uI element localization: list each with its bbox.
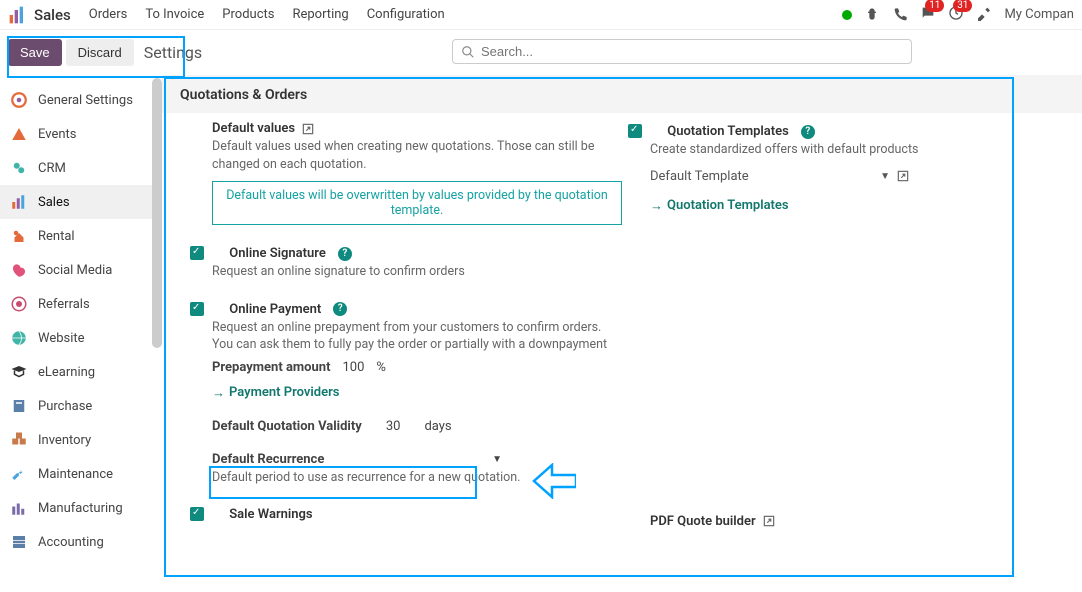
menu-configuration[interactable]: Configuration [367,7,445,22]
sidebar-item-purchase[interactable]: Purchase [0,389,162,423]
action-bar: Save Discard Settings [0,30,1082,75]
phone-icon[interactable] [892,7,908,23]
sidebar-item-manufacturing[interactable]: Manufacturing [0,491,162,525]
setting-pdf-quote: PDF Quote builder [650,514,1060,529]
sidebar-scrollbar[interactable] [152,78,162,348]
recurrence-label: Default Recurrence [212,452,324,467]
settings-right-column: Quotation Templates ? Create standardize… [650,121,1060,547]
prepayment-unit: % [376,360,386,375]
search-icon [461,45,475,59]
sale-warnings-checkbox[interactable] [190,507,204,521]
pdf-quote-label: PDF Quote builder [650,514,756,529]
app-logo-icon [8,5,28,25]
setting-online-payment: Online Payment ? Request an online prepa… [212,299,622,401]
online-signature-checkbox[interactable] [190,246,204,260]
tools-icon[interactable] [976,7,992,23]
default-values-desc: Default values used when creating new qu… [212,138,622,173]
sale-warnings-label: Sale Warnings [229,507,312,522]
sidebar-item-website[interactable]: Website [0,321,162,355]
save-button[interactable]: Save [8,39,62,66]
breadcrumb: Settings [144,43,202,62]
discard-button[interactable]: Discard [66,39,134,66]
activities-icon-wrap[interactable]: 31 [948,5,964,25]
bug-icon[interactable] [864,7,880,23]
sidebar-item-inventory[interactable]: Inventory [0,423,162,457]
validity-label: Default Quotation Validity [212,419,362,434]
online-payment-desc: Request an online prepayment from your c… [212,319,622,354]
app-brand[interactable]: Sales [34,6,71,24]
company-label[interactable]: My Compan [1004,7,1074,22]
settings-left-column: Default values Default values used when … [212,121,622,547]
sidebar-item-elearning[interactable]: eLearning [0,355,162,389]
online-payment-checkbox[interactable] [190,302,204,316]
validity-unit: days [424,419,451,434]
sidebar-item-accounting[interactable]: Accounting [0,525,162,559]
sidebar-item-crm[interactable]: CRM [0,151,162,185]
menu-to-invoice[interactable]: To Invoice [145,7,204,22]
setting-online-signature: Online Signature ? Request an online sig… [212,243,622,281]
sidebar-item-social-media[interactable]: Social Media [0,253,162,287]
messages-badge: 11 [925,0,944,12]
default-template-dropdown[interactable]: Default Template ▼ [650,169,910,184]
quotation-templates-label: Quotation Templates [667,124,789,139]
menu-orders[interactable]: Orders [89,7,128,22]
menu-reporting[interactable]: Reporting [292,7,348,22]
recurrence-desc: Default period to use as recurrence for … [212,469,622,487]
default-values-label: Default values [212,121,295,136]
sidebar-item-sales[interactable]: Sales [0,185,162,219]
help-icon[interactable]: ? [801,125,815,139]
search-input[interactable] [481,44,903,59]
arrow-right-icon: → [212,385,225,401]
setting-sale-warnings: Sale Warnings [212,504,622,522]
help-icon[interactable]: ? [338,247,352,261]
external-link-icon[interactable] [301,122,315,136]
prepayment-value[interactable]: 100 [342,360,364,375]
menu-products[interactable]: Products [222,7,274,22]
external-link-icon[interactable] [762,514,776,528]
top-nav: Sales Orders To Invoice Products Reporti… [0,0,1082,30]
sidebar: General Settings Events CRM Sales Rental… [0,75,162,592]
section-title: Quotations & Orders [162,75,1082,113]
default-values-info: Default values will be overwritten by va… [212,181,622,225]
sidebar-item-general-settings[interactable]: General Settings [0,83,162,117]
sidebar-item-maintenance[interactable]: Maintenance [0,457,162,491]
chevron-down-icon: ▼ [880,171,890,182]
sidebar-item-referrals[interactable]: Referrals [0,287,162,321]
setting-default-values: Default values Default values used when … [212,121,622,225]
systray: 11 31 My Compan [842,5,1074,25]
online-signature-label: Online Signature [229,246,326,261]
recurrence-dropdown-caret[interactable]: ▼ [492,454,502,465]
messages-icon-wrap[interactable]: 11 [920,5,936,25]
help-icon[interactable]: ? [333,302,347,316]
sidebar-item-events[interactable]: Events [0,117,162,151]
validity-value[interactable]: 30 [386,419,401,434]
presence-dot-icon[interactable] [842,10,852,20]
setting-recurrence: Default Recurrence ▼ Default period to u… [212,452,622,487]
default-template-label: Default Template [650,169,749,184]
quotation-templates-checkbox[interactable] [628,124,642,138]
sidebar-item-rental[interactable]: Rental [0,219,162,253]
arrow-right-icon: → [650,198,663,214]
external-link-icon[interactable] [896,169,910,183]
prepayment-label: Prepayment amount [212,360,330,375]
content: Quotations & Orders Default values Defau… [162,75,1082,592]
top-menu: Orders To Invoice Products Reporting Con… [89,7,445,22]
quotation-templates-link[interactable]: → Quotation Templates [650,198,789,214]
search-bar[interactable] [452,39,912,64]
activities-badge: 31 [953,0,972,12]
payment-providers-link[interactable]: → Payment Providers [212,385,339,401]
quotation-templates-desc: Create standardized offers with default … [650,141,1060,159]
online-payment-label: Online Payment [229,302,321,317]
setting-quotation-templates: Quotation Templates ? Create standardize… [650,121,1060,214]
setting-validity: Default Quotation Validity 30 days [212,419,622,434]
online-signature-desc: Request an online signature to confirm o… [212,263,622,281]
